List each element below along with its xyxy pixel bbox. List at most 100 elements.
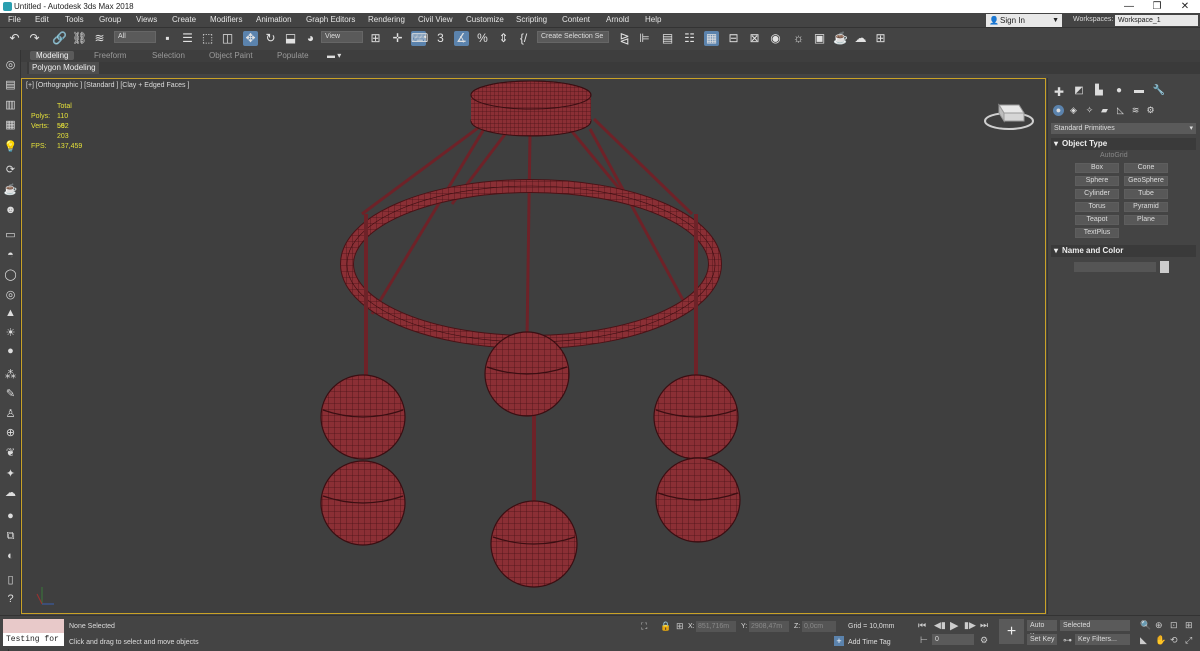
keyboard-shortcut-override-icon[interactable]: ⌨ [411, 31, 428, 46]
sphere-button[interactable]: Sphere [1075, 176, 1119, 186]
key-filters-button[interactable]: Key Filters... [1075, 634, 1130, 645]
link-icon[interactable]: 🔗 [52, 31, 67, 46]
primitive-category-dropdown[interactable]: Standard Primitives ▾ [1051, 123, 1196, 134]
select-and-scale-icon[interactable]: ⬓ [283, 31, 298, 46]
object-color-swatch[interactable] [1160, 261, 1169, 273]
maximize-viewport-icon[interactable]: ⤢ [1185, 635, 1192, 646]
close-button[interactable]: ✕ [1172, 0, 1198, 13]
redo-icon[interactable]: ↷ [27, 31, 42, 46]
angle-snap-icon[interactable]: ∡ [454, 31, 469, 46]
modifier-icon[interactable]: ⧉ [3, 529, 18, 543]
spinner-snap-icon[interactable]: ⇕ [496, 31, 511, 46]
menu-create[interactable]: Create [172, 15, 196, 24]
sun-icon[interactable]: ☀ [3, 326, 18, 340]
z-coordinate-field[interactable]: 0,0cm [802, 621, 836, 632]
pan-view-icon[interactable]: ✋ [1155, 635, 1166, 646]
select-by-name-icon[interactable]: ☰ [180, 31, 195, 46]
cone-icon[interactable]: ▲ [3, 306, 18, 320]
teapot-button[interactable]: Teapot [1075, 215, 1119, 225]
time-tag-icon[interactable]: + [834, 636, 844, 646]
teapot-icon[interactable]: ☕ [3, 183, 18, 197]
shapes-icon[interactable]: ◈ [1068, 105, 1079, 116]
set-key-button[interactable]: Set Key [1027, 634, 1057, 645]
lights-icon[interactable]: ✧ [1084, 105, 1095, 116]
key-mode-icon[interactable]: ⊢ [920, 635, 928, 646]
menu-help[interactable]: Help [645, 15, 661, 24]
tab-modeling[interactable]: Modeling [30, 51, 75, 60]
help-icon[interactable]: ? [3, 592, 18, 606]
workspace-dropdown[interactable]: Workspace_1 [1115, 15, 1198, 26]
cylinder-button[interactable]: Cylinder [1075, 189, 1119, 199]
mirror-icon[interactable]: ⧎ [617, 31, 632, 46]
snaps-toggle-icon[interactable]: 3 [433, 31, 448, 46]
menu-graph-editors[interactable]: Graph Editors [306, 15, 355, 24]
add-time-tag-button[interactable]: Add Time Tag [848, 639, 891, 646]
spacewarps-icon[interactable]: ≋ [1130, 105, 1141, 116]
box-icon[interactable]: ▭ [3, 228, 18, 242]
rendered-frame-window-icon[interactable]: ▣ [812, 31, 827, 46]
scene-explorer-icon[interactable]: ▤ [3, 78, 18, 92]
autogrid-checkbox[interactable]: AutoGrid [1100, 152, 1128, 159]
render-production-icon[interactable]: ☕ [833, 31, 848, 46]
tab-object-paint[interactable]: Object Paint [209, 51, 253, 60]
systems-icon[interactable]: ⚙ [1145, 105, 1156, 116]
viewcube-icon[interactable] [984, 103, 1034, 130]
brush-icon[interactable]: ✎ [3, 387, 18, 401]
ribbon-options-icon[interactable]: ▬ ▾ [327, 51, 341, 60]
key-mode-dropdown[interactable]: Selected [1060, 620, 1130, 631]
layer-explorer-icon[interactable]: ☷ [682, 31, 697, 46]
object-type-rollout[interactable]: ▾ Object Type [1051, 138, 1196, 150]
material-icon[interactable]: ✦ [3, 467, 18, 481]
name-and-color-rollout[interactable]: ▾ Name and Color [1051, 245, 1196, 257]
geometry-icon[interactable]: ● [1053, 105, 1064, 116]
torus-icon[interactable]: ◎ [3, 288, 18, 302]
display-icon[interactable]: ▦ [3, 118, 18, 132]
motion-tab-icon[interactable]: ● [1112, 85, 1126, 97]
tab-freeform[interactable]: Freeform [94, 51, 126, 60]
menu-edit[interactable]: Edit [35, 15, 49, 24]
plane-button[interactable]: Plane [1124, 215, 1168, 225]
lightbulb-icon[interactable]: 💡 [3, 140, 18, 154]
viewport-label[interactable]: [+] [Orthographic ] [Standard ] [Clay + … [26, 82, 189, 89]
create-tab-icon[interactable]: ✚ [1052, 85, 1066, 99]
modify-tab-icon[interactable]: ◩ [1072, 85, 1086, 97]
reference-coordinate-dropdown[interactable]: View [321, 31, 363, 43]
pyramid-button[interactable]: Pyramid [1124, 202, 1168, 212]
zoom-all-icon[interactable]: ⊕ [1155, 620, 1163, 631]
auto-key-button[interactable]: Auto Key [1027, 620, 1057, 640]
menu-file[interactable]: File [8, 15, 21, 24]
render-setup-icon[interactable]: ☼ [791, 31, 806, 46]
percent-snap-icon[interactable]: % [475, 31, 490, 46]
isolate-icon[interactable]: ⛶ [641, 621, 647, 632]
undo-icon[interactable]: ↶ [7, 31, 22, 46]
render-in-cloud-icon[interactable]: ☁ [853, 31, 868, 46]
tube-button[interactable]: Tube [1124, 189, 1168, 199]
rotate-view-icon[interactable]: ⟳ [3, 163, 18, 177]
absolute-mode-icon[interactable]: ⊞ [676, 621, 684, 632]
y-coordinate-field[interactable]: 2908,47m [749, 621, 789, 632]
edit-named-selection-icon[interactable]: {/ [516, 31, 531, 46]
lock-selection-icon[interactable]: 🔒 [660, 621, 671, 632]
layer-manager-icon[interactable]: ▥ [3, 98, 18, 112]
cone-button[interactable]: Cone [1124, 163, 1168, 173]
menu-rendering[interactable]: Rendering [368, 15, 405, 24]
maxscript-listener[interactable]: Testing for : [3, 633, 64, 651]
sign-in-button[interactable]: Sign In 👤 ▼ [986, 14, 1062, 27]
material-editor-icon[interactable]: ◉ [768, 31, 783, 46]
menu-views[interactable]: Views [136, 15, 157, 24]
go-to-start-icon[interactable]: ⏮ [918, 620, 926, 631]
light-icon[interactable]: ● [3, 344, 18, 358]
maximize-button[interactable]: ❐ [1144, 0, 1170, 13]
next-frame-icon[interactable]: ▮▶ [964, 620, 976, 631]
zoom-extents-all-icon[interactable]: ⊞ [1185, 620, 1193, 631]
go-to-end-icon[interactable]: ⏭ [980, 620, 988, 631]
script-icon[interactable]: ▯ [3, 573, 18, 587]
play-icon[interactable]: ▶ [950, 619, 958, 632]
named-selection-dropdown[interactable]: Create Selection Se [537, 31, 609, 43]
bind-spacewarp-icon[interactable]: ≋ [92, 31, 107, 46]
unlink-icon[interactable]: ⛓ [72, 31, 87, 46]
orbit-icon[interactable]: ⟲ [1170, 635, 1178, 646]
torus-button[interactable]: Torus [1075, 202, 1119, 212]
menu-modifiers[interactable]: Modifiers [210, 15, 242, 24]
cameras-icon[interactable]: ▰ [1099, 105, 1110, 116]
